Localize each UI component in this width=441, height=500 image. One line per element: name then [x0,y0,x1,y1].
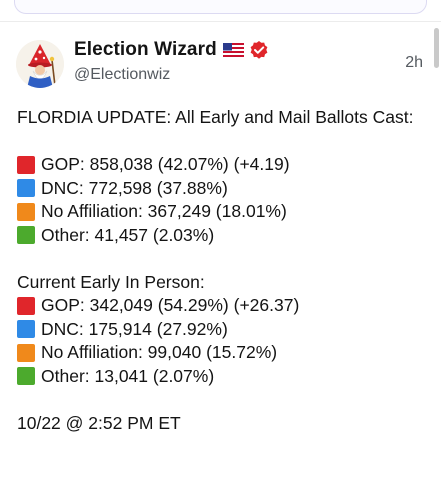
list-item: Other: 13,041 (2.07%) [17,365,417,389]
early-in-person-results: Current Early In Person: GOP: 342,049 (5… [17,271,417,389]
result-text: Other: 41,457 (2.03%) [41,224,215,245]
list-item: DNC: 175,914 (27.92%) [17,318,417,342]
orange-square-icon [17,202,35,221]
result-text: Other: 13,041 (2.07%) [41,365,215,386]
orange-square-icon [17,343,35,362]
list-item: GOP: 342,049 (54.29%) (+26.37) [17,294,417,318]
red-square-icon [17,155,35,174]
result-text: No Affiliation: 99,040 (15.72%) [41,342,278,362]
early-mail-results: GOP: 858,038 (42.07%) (+4.19) DNC: 772,5… [17,153,417,247]
list-item: Other: 41,457 (2.03%) [17,224,417,248]
wizard-avatar-icon [16,40,64,88]
list-item: GOP: 858,038 (42.07%) (+4.19) [17,153,417,177]
blue-square-icon [17,179,35,198]
green-square-icon [17,367,35,386]
result-text: GOP: 342,049 (54.29%) (+26.37) [41,295,300,315]
result-text: DNC: 772,598 (37.88%) [41,177,228,198]
avatar[interactable] [16,40,64,88]
card-outline [14,0,427,14]
us-flag-icon [222,43,244,57]
section-title: Current Early In Person: [17,271,205,292]
list-item: DNC: 772,598 (37.88%) [17,177,417,201]
result-text: No Affiliation: 367,249 (18.01%) [41,201,287,221]
divider [0,21,441,22]
green-square-icon [17,226,35,245]
author-block[interactable]: Election Wizard @Electionwiz [74,38,269,84]
scrollbar[interactable] [434,28,439,68]
blue-square-icon [17,320,35,339]
post-intro: FLORDIA UPDATE: All Early and Mail Ballo… [17,107,414,127]
previous-card-edge [0,0,441,22]
post-time[interactable]: 2h [405,54,423,72]
result-text: GOP: 858,038 (42.07%) (+4.19) [41,154,290,174]
list-item: No Affiliation: 367,249 (18.01%) [17,200,417,224]
display-name[interactable]: Election Wizard [74,39,217,61]
result-text: DNC: 175,914 (27.92%) [41,318,228,339]
red-square-icon [17,296,35,315]
list-item: No Affiliation: 99,040 (15.72%) [17,341,417,365]
user-handle[interactable]: @Electionwiz [74,66,269,84]
post-body: FLORDIA UPDATE: All Early and Mail Ballo… [17,106,417,459]
post-timestamp: 10/22 @ 2:52 PM ET [17,412,181,433]
verified-badge-icon [249,40,269,60]
